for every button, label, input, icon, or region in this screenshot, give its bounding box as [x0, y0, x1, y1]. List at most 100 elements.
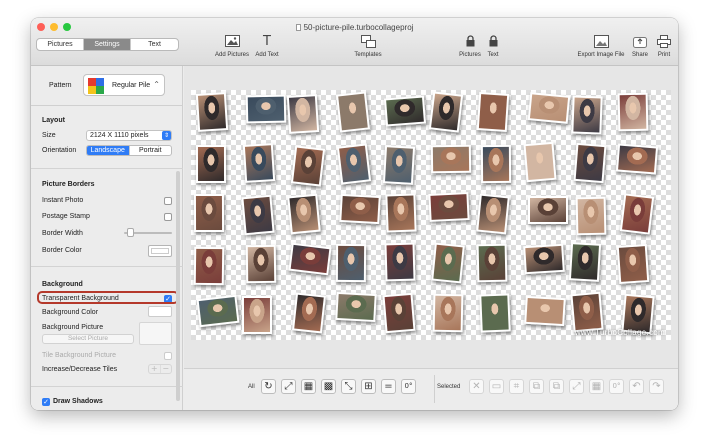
mosaic-icon[interactable]: ▩ — [321, 379, 336, 394]
collage-photo[interactable] — [335, 243, 367, 283]
collage-photo[interactable] — [528, 196, 568, 224]
collage-photo[interactable] — [575, 196, 607, 236]
tiles-stepper[interactable]: + − — [148, 364, 172, 374]
collage-photo[interactable] — [615, 143, 659, 175]
photo-image — [432, 146, 470, 172]
collage-photo[interactable] — [617, 92, 649, 132]
rotate-right-icon[interactable]: ↷ — [649, 379, 664, 394]
photo-image — [384, 294, 414, 332]
layout-icon[interactable]: ⊞ — [361, 379, 376, 394]
collage-photo[interactable] — [339, 193, 381, 225]
postage-stamp-checkbox[interactable] — [164, 213, 172, 221]
background-color-well[interactable] — [148, 306, 172, 317]
collage-photo[interactable] — [287, 193, 321, 235]
collage-photo[interactable] — [570, 291, 604, 333]
collage-photo[interactable] — [286, 94, 320, 134]
collage-photo[interactable] — [382, 292, 416, 334]
fit-icon[interactable]: ⤢ — [281, 379, 296, 394]
fit-selected-icon[interactable]: ⤢ — [569, 379, 584, 394]
collage-photo[interactable] — [479, 293, 511, 333]
collage-photo[interactable] — [385, 193, 417, 233]
tab-pictures[interactable]: Pictures — [37, 39, 84, 50]
pattern-popup[interactable]: Regular Pile ⌃ — [83, 74, 165, 96]
bring-front-icon[interactable]: ⧉ — [549, 379, 564, 394]
collage-photo[interactable] — [383, 95, 427, 127]
collage-photo[interactable] — [196, 294, 240, 328]
collage-photo[interactable] — [527, 92, 571, 124]
grid-selected-icon[interactable]: ▦ — [589, 379, 604, 394]
collage-photo[interactable] — [292, 292, 326, 334]
collage-photo[interactable] — [431, 242, 465, 284]
picture-icon[interactable]: ▭ — [489, 379, 504, 394]
send-back-icon[interactable]: ⧉ — [529, 379, 544, 394]
rotate-zero-icon[interactable]: 0° — [401, 379, 416, 394]
collage-photo[interactable] — [480, 144, 512, 184]
border-color-well[interactable] — [148, 245, 172, 257]
collage-photo[interactable] — [195, 144, 227, 184]
minus-icon[interactable]: − — [159, 365, 172, 373]
lock-pictures-button[interactable]: Pictures — [457, 35, 483, 58]
collage-photo[interactable] — [430, 144, 472, 174]
collage-photo[interactable] — [290, 145, 326, 187]
grid-icon[interactable]: ▦ — [301, 379, 316, 394]
collage-photo[interactable] — [523, 141, 557, 183]
shuffle-icon[interactable]: ↻ — [261, 379, 276, 394]
collage-photo[interactable] — [568, 242, 602, 282]
collage-photo[interactable] — [523, 243, 565, 275]
crop-icon[interactable]: ⌗ — [509, 379, 524, 394]
collage-photo[interactable] — [428, 192, 470, 222]
collage-photo[interactable] — [428, 91, 464, 133]
collage-photo[interactable] — [242, 143, 276, 183]
add-text-button[interactable]: T Add Text — [253, 35, 281, 59]
collage-photo[interactable] — [382, 145, 416, 185]
collage-photo[interactable] — [476, 243, 508, 283]
collage-canvas[interactable]: www.TurboCollage.com — [191, 90, 671, 340]
collage-photo[interactable] — [571, 95, 603, 135]
collage-photo[interactable] — [336, 91, 370, 133]
slider-knob[interactable] — [127, 228, 134, 237]
collage-photo[interactable] — [476, 193, 510, 235]
collage-photo[interactable] — [573, 142, 607, 184]
share-button[interactable]: Share — [629, 35, 651, 58]
delete-icon[interactable]: ✕ — [469, 379, 484, 394]
collage-photo[interactable] — [432, 293, 464, 333]
tab-settings[interactable]: Settings — [84, 39, 131, 50]
collage-photo[interactable] — [336, 143, 372, 185]
collage-photo[interactable] — [241, 194, 275, 236]
equal-icon[interactable]: = — [381, 379, 396, 394]
plus-icon[interactable]: + — [149, 365, 160, 373]
add-pictures-button[interactable]: Add Pictures — [213, 35, 251, 58]
draw-shadows-checkbox[interactable]: ✓ — [42, 398, 50, 406]
collage-photo[interactable] — [524, 295, 566, 327]
collage-photo[interactable] — [245, 244, 277, 284]
size-popup[interactable]: 2124 X 1110 pixels ⇕ — [86, 130, 172, 141]
shrink-icon[interactable]: ⤡ — [341, 379, 356, 394]
collage-photo[interactable] — [476, 92, 510, 132]
templates-button[interactable]: Templates — [349, 35, 387, 58]
collage-photo[interactable] — [195, 92, 229, 132]
sidebar-scrollbar[interactable] — [176, 171, 180, 401]
collage-photo[interactable] — [245, 94, 287, 124]
collage-photo[interactable] — [619, 193, 655, 235]
print-button[interactable]: Print — [653, 35, 675, 58]
collage-photo[interactable] — [193, 246, 225, 286]
rotate-left-icon[interactable]: ↶ — [629, 379, 644, 394]
border-width-slider[interactable] — [124, 228, 172, 237]
select-picture-button[interactable]: Select Picture — [42, 334, 134, 344]
background-picture-well[interactable] — [139, 322, 172, 345]
collage-photo[interactable] — [616, 244, 650, 284]
pattern-value: Regular Pile — [112, 82, 151, 89]
collage-photo[interactable] — [335, 291, 377, 323]
collage-photo[interactable] — [241, 295, 273, 335]
orientation-portrait[interactable]: Portrait — [128, 146, 172, 155]
collage-photo[interactable] — [384, 242, 416, 282]
rotate-zero-selected-icon[interactable]: 0° — [609, 379, 624, 394]
collage-photo[interactable] — [288, 242, 332, 276]
collage-photo[interactable] — [193, 193, 225, 233]
orientation-landscape[interactable]: Landscape — [87, 146, 129, 155]
tile-background-checkbox[interactable] — [164, 352, 172, 360]
tab-text[interactable]: Text — [131, 39, 178, 50]
instant-photo-checkbox[interactable] — [164, 197, 172, 205]
lock-text-button[interactable]: Text — [483, 35, 503, 58]
export-image-button[interactable]: Export Image File — [573, 35, 629, 58]
